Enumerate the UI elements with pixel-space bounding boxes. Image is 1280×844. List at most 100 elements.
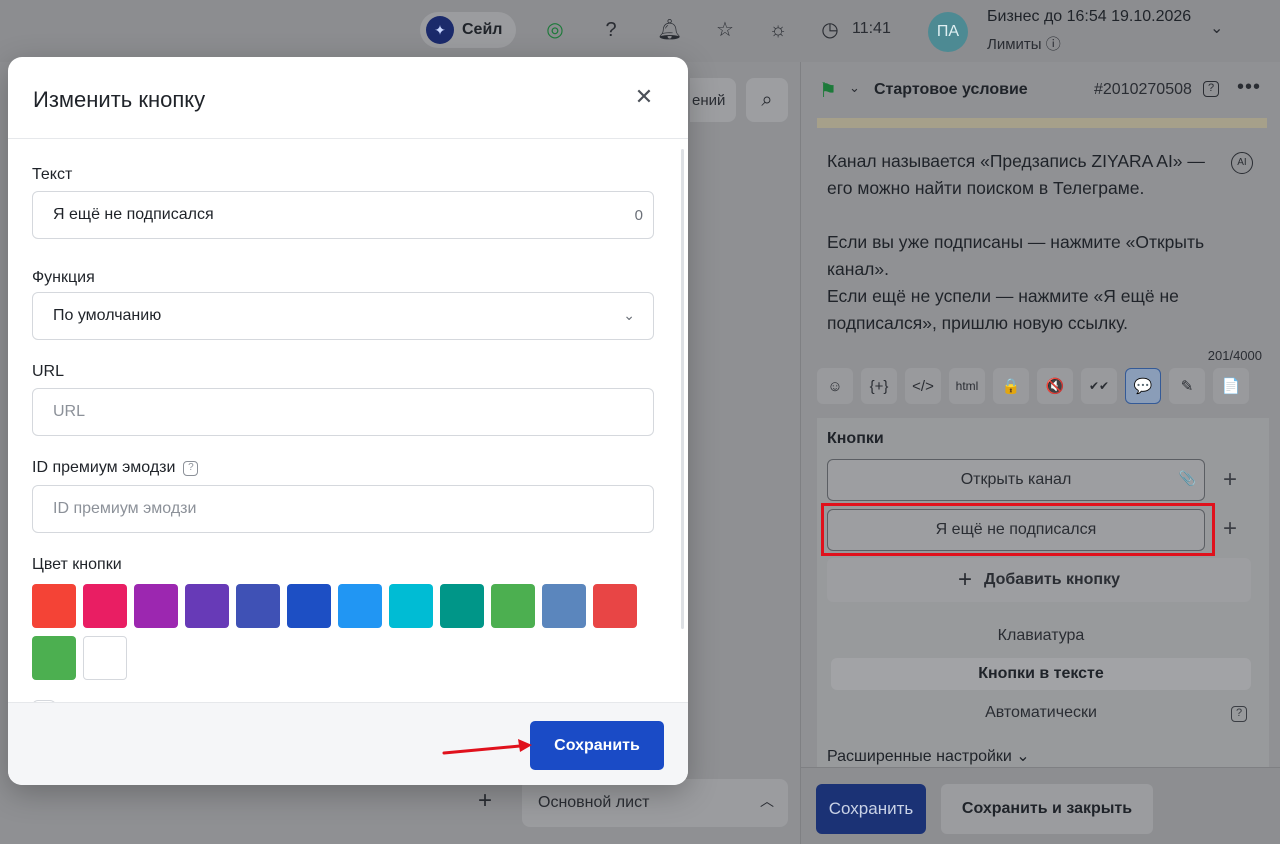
color-swatch[interactable]	[32, 584, 76, 628]
color-swatch[interactable]	[440, 584, 484, 628]
color-swatch[interactable]	[491, 584, 535, 628]
emoji-id-field[interactable]	[32, 485, 654, 533]
color-swatch[interactable]	[287, 584, 331, 628]
chevron-down-icon[interactable]: ⌄	[1210, 18, 1223, 38]
help-icon[interactable]: ?	[1203, 81, 1219, 97]
url-field[interactable]	[32, 388, 654, 436]
highlight-box	[821, 503, 1215, 556]
emoji-id-label: ID премиум эмодзи ?	[32, 459, 199, 477]
help-icon[interactable]: ?	[1231, 706, 1247, 722]
emoji-id-input[interactable]	[53, 500, 613, 518]
node-editor-panel: ⚑ ⌄ Стартовое условие #2010270508 ? ••• …	[800, 62, 1280, 844]
text-field-label: Текст	[32, 166, 73, 183]
panel-header: ⚑ ⌄ Стартовое условие #2010270508 ? •••	[801, 62, 1280, 118]
add-row-icon[interactable]: +	[1223, 466, 1237, 494]
color-swatch[interactable]	[338, 584, 382, 628]
sun-icon[interactable]: ☼	[766, 18, 790, 42]
color-swatch[interactable]	[593, 584, 637, 628]
top-bar: ✦ Сейл ◎ ? 🔔︎ ☆ ☼ ◷ 11:41 ПА Бизнес до 1…	[0, 0, 1280, 62]
chevron-down-icon: ⌄	[623, 307, 635, 323]
save-and-close-button[interactable]: Сохранить и закрыть	[941, 784, 1153, 834]
function-select[interactable]: По умолчанию ⌄	[32, 292, 654, 340]
sparkle-icon: ✦	[426, 16, 454, 44]
paperclip-icon: 📎	[1178, 470, 1196, 486]
limits-label: Лимиты	[987, 36, 1042, 53]
color-swatch[interactable]	[185, 584, 229, 628]
url-label: URL	[32, 363, 65, 380]
variable-tool-icon[interactable]: {+}	[861, 368, 897, 404]
html-tool-icon[interactable]: html	[949, 368, 985, 404]
help-icon[interactable]: ?	[599, 18, 623, 42]
mute-tool-icon[interactable]: 🔇	[1037, 368, 1073, 404]
char-counter: 201/4000	[1207, 348, 1262, 363]
chevron-down-icon[interactable]: ⌄	[849, 80, 860, 96]
ai-icon[interactable]: AI	[1231, 152, 1253, 174]
message-textarea[interactable]: Канал называется «Предзапись ZIYARA AI» …	[827, 148, 1231, 337]
lifebuoy-icon[interactable]: ◎	[543, 18, 567, 42]
business-plan-text: Бизнес до 16:54 19.10.2026	[987, 8, 1192, 25]
format-toolbar: ☺ {+} </> html 🔒 🔇 ✔✔ 💬 ✎ 📄	[817, 368, 1249, 404]
dialog-body: Текст 0 Функция По умолчанию ⌄ URL ID пр…	[8, 140, 688, 702]
url-input[interactable]	[53, 403, 613, 421]
add-row-icon[interactable]: +	[1223, 515, 1237, 543]
advanced-label: Расширенные настройки	[827, 748, 1012, 765]
panel-save-button[interactable]: Сохранить	[816, 784, 926, 834]
dialog-title: Изменить кнопку	[33, 87, 206, 112]
buttons-title: Кнопки	[827, 430, 884, 447]
add-button-label: Добавить кнопку	[984, 571, 1120, 588]
add-sheet-icon[interactable]: +	[478, 787, 492, 815]
close-icon[interactable]: ✕	[632, 85, 656, 109]
inline-buttons-option[interactable]: Кнопки в тексте	[831, 658, 1251, 690]
notice-strip	[817, 118, 1267, 128]
edit-button-dialog: Изменить кнопку ✕ Текст 0 Функция По умо…	[8, 57, 688, 785]
keyboard-option[interactable]: Клавиатура	[831, 620, 1251, 652]
function-value: По умолчанию	[53, 307, 162, 324]
toolbar-pill[interactable]: ений	[690, 78, 736, 122]
color-swatch[interactable]	[83, 584, 127, 628]
color-swatch[interactable]	[32, 636, 76, 680]
color-swatch[interactable]	[236, 584, 280, 628]
sale-label: Сейл	[462, 21, 503, 38]
panel-footer: Сохранить Сохранить и закрыть	[801, 767, 1280, 844]
auto-option[interactable]: Автоматически	[831, 697, 1251, 729]
color-swatch[interactable]	[134, 584, 178, 628]
help-icon[interactable]: ?	[183, 460, 199, 476]
current-time: 11:41	[852, 20, 891, 37]
advanced-settings-toggle[interactable]: Расширенные настройки ⌄	[827, 746, 1030, 766]
save-button[interactable]: Сохранить	[530, 721, 664, 770]
dialog-footer: Сохранить	[8, 702, 688, 785]
clock-icon: ◷	[821, 19, 839, 41]
file-code-tool-icon[interactable]: 📄	[1213, 368, 1249, 404]
color-swatch[interactable]	[542, 584, 586, 628]
comment-tool-icon[interactable]: 💬	[1125, 368, 1161, 404]
star-icon[interactable]: ☆	[713, 18, 737, 42]
scrollbar[interactable]	[681, 149, 684, 629]
flag-icon[interactable]: ⚑	[819, 78, 837, 103]
bell-icon[interactable]: 🔔︎	[657, 18, 682, 42]
add-button[interactable]: + Добавить кнопку	[827, 558, 1251, 602]
sheet-selector[interactable]: Основной лист ︿	[522, 779, 788, 827]
plus-icon: +	[958, 566, 973, 593]
lock-tool-icon[interactable]: 🔒	[993, 368, 1029, 404]
pen-tool-icon[interactable]: ✎	[1169, 368, 1205, 404]
search-icon[interactable]: ⌕	[746, 78, 788, 122]
chevron-up-icon: ︿	[760, 793, 774, 809]
text-field[interactable]: 0	[32, 191, 654, 239]
button-open-channel[interactable]: Открыть канал 📎	[827, 459, 1205, 501]
function-label: Функция	[32, 269, 95, 286]
color-swatch[interactable]	[389, 584, 433, 628]
emoji-tool-icon[interactable]: ☺	[817, 368, 853, 404]
sale-button[interactable]: ✦ Сейл	[420, 12, 516, 48]
color-swatch[interactable]	[83, 636, 127, 680]
button-label: Открыть канал	[960, 471, 1072, 488]
dialog-header: Изменить кнопку ✕	[8, 57, 688, 139]
text-input[interactable]	[53, 206, 613, 224]
code-tool-icon[interactable]: </>	[905, 368, 941, 404]
node-id: #2010270508	[1094, 81, 1192, 98]
more-icon[interactable]: •••	[1237, 76, 1261, 99]
color-label: Цвет кнопки	[32, 556, 122, 573]
avatar[interactable]: ПА	[928, 12, 968, 52]
limits-link[interactable]: Лимиты ⓘ	[987, 33, 1061, 54]
double-check-tool-icon[interactable]: ✔✔	[1081, 368, 1117, 404]
emoji-id-label-text: ID премиум эмодзи	[32, 459, 176, 476]
